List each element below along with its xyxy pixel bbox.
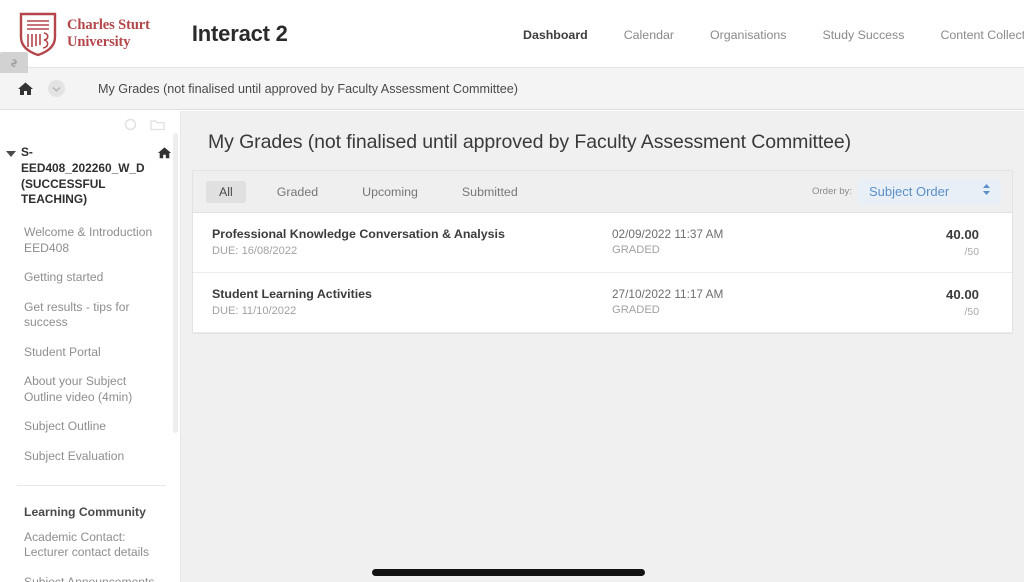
assessment-title: Professional Knowledge Conversation & An… <box>212 227 505 241</box>
wordmark-line-1: Charles Sturt <box>67 17 150 34</box>
my-grades-card: All Graded Upcoming Submitted Order by: … <box>192 170 1013 334</box>
sidebar-item-about-subject-outline-video[interactable]: About your Subject Outline video (4min) <box>0 367 180 412</box>
app-title: Interact 2 <box>191 20 288 46</box>
refresh-circle-icon[interactable] <box>124 118 137 136</box>
main-navigation: Dashboard Calendar Organisations Study S… <box>505 28 1024 42</box>
grade-out-of: /50 <box>964 306 979 318</box>
browser-mini-tab[interactable] <box>0 52 28 73</box>
sidebar-item-getting-started[interactable]: Getting started <box>0 263 180 292</box>
order-by-select[interactable]: Subject Order <box>858 178 1001 205</box>
nav-item-study-success[interactable]: Study Success <box>804 28 922 42</box>
collapse-triangle-icon[interactable] <box>6 151 16 157</box>
chevron-updown-icon <box>981 183 992 201</box>
sidebar-item-welcome[interactable]: Welcome & Introduction EED408 <box>0 218 180 263</box>
main-content: My Grades (not finalised until approved … <box>181 111 1024 582</box>
wordmark-line-2: University <box>67 33 131 50</box>
grade-name-cell: Professional Knowledge Conversation & An… <box>212 227 612 257</box>
order-by-label: Order by: <box>812 186 852 197</box>
grade-score-cell: 40.00 /50 <box>881 287 999 318</box>
link-icon <box>11 58 17 67</box>
sidebar-item-subject-announcements[interactable]: Subject Announcements <box>0 568 180 582</box>
page-body: S-EED408_202260_W_D (SUCCESSFUL TEACHING… <box>0 111 1024 582</box>
sidebar-item-get-results[interactable]: Get results - tips for success <box>0 293 180 338</box>
sidebar-item-academic-contact[interactable]: Academic Contact: Lecturer contact detai… <box>0 523 180 568</box>
horizontal-scrollbar[interactable] <box>372 569 645 576</box>
grade-score: 40.00 <box>945 227 979 242</box>
grade-name-cell: Student Learning Activities DUE: 11/10/2… <box>212 287 612 317</box>
order-by-value: Subject Order <box>869 184 950 199</box>
university-logo[interactable]: Charles Sturt University <box>18 11 150 57</box>
sidebar-item-subject-outline[interactable]: Subject Outline <box>0 412 180 441</box>
nav-item-dashboard[interactable]: Dashboard <box>505 28 606 42</box>
grade-score-cell: 40.00 /50 <box>881 227 999 258</box>
order-by-control: Order by: Subject Order <box>812 178 1001 205</box>
graded-datetime: 27/10/2022 11:17 AM <box>612 286 724 301</box>
folder-icon[interactable] <box>150 118 165 136</box>
tab-upcoming[interactable]: Upcoming <box>349 181 431 203</box>
top-brand-bar: Charles Sturt University Interact 2 Dash… <box>0 0 1024 68</box>
graded-datetime: 02/09/2022 11:37 AM <box>612 227 724 241</box>
course-home-icon[interactable] <box>157 146 172 165</box>
sidebar-item-subject-evaluation[interactable]: Subject Evaluation <box>0 442 180 471</box>
sidebar-item-student-portal[interactable]: Student Portal <box>0 338 180 367</box>
status-badge: GRADED <box>612 244 660 257</box>
tab-submitted[interactable]: Submitted <box>449 181 531 203</box>
page-title: My Grades (not finalised until approved … <box>208 131 852 153</box>
breadcrumb-current-page: My Grades (not finalised until approved … <box>98 81 518 96</box>
sidebar-menu: Welcome & Introduction EED408 Getting st… <box>0 208 180 582</box>
table-row[interactable]: Student Learning Activities DUE: 11/10/2… <box>193 272 1012 333</box>
nav-item-content-collection[interactable]: Content Collection <box>922 28 1024 42</box>
assessment-title: Student Learning Activities <box>212 286 372 301</box>
tab-graded[interactable]: Graded <box>264 181 331 203</box>
university-crest-icon <box>19 12 57 56</box>
table-row[interactable]: Professional Knowledge Conversation & An… <box>193 213 1012 273</box>
nav-item-calendar[interactable]: Calendar <box>606 28 692 42</box>
tab-all[interactable]: All <box>206 180 246 203</box>
sidebar-section-heading: Learning Community <box>24 505 146 519</box>
status-badge: GRADED <box>612 304 660 316</box>
breadcrumb-bar: My Grades (not finalised until approved … <box>0 68 1024 110</box>
course-title: S-EED408_202260_W_D (SUCCESSFUL TEACHING… <box>21 145 145 207</box>
home-icon[interactable] <box>17 81 34 97</box>
grade-out-of: /50 <box>964 246 979 258</box>
grade-score: 40.00 <box>945 286 979 302</box>
course-sidebar: S-EED408_202260_W_D (SUCCESSFUL TEACHING… <box>0 111 181 582</box>
assessment-due: DUE: 11/10/2022 <box>212 304 297 317</box>
chevron-down-circle-icon[interactable] <box>48 80 65 97</box>
course-header[interactable]: S-EED408_202260_W_D (SUCCESSFUL TEACHING… <box>0 137 180 208</box>
grades-toolbar: All Graded Upcoming Submitted Order by: … <box>193 171 1012 213</box>
assessment-due: DUE: 16/08/2022 <box>212 244 298 257</box>
sidebar-tools <box>0 111 180 137</box>
grade-date-cell: 02/09/2022 11:37 AM GRADED <box>612 227 881 256</box>
sidebar-scrollbar[interactable] <box>173 133 178 433</box>
nav-item-organisations[interactable]: Organisations <box>692 28 804 42</box>
grade-date-cell: 27/10/2022 11:17 AM GRADED <box>612 287 881 316</box>
university-wordmark: Charles Sturt University <box>67 17 150 49</box>
